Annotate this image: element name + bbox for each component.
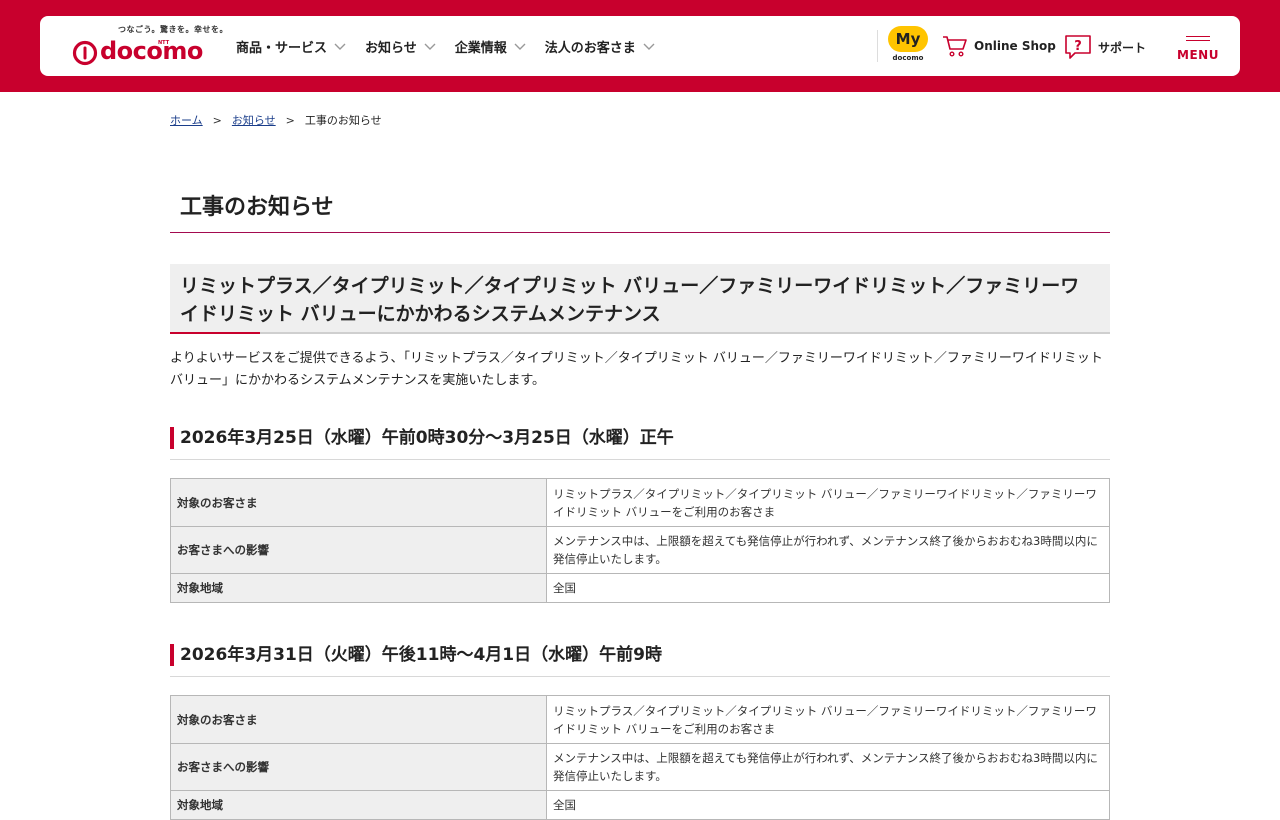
header-divider (877, 30, 878, 62)
maintenance-heading: 2026年3月31日（火曜）午後11時～4月1日（水曜）午前9時 (170, 644, 1110, 677)
section-title: リミットプラス／タイプリミット／タイプリミット バリュー／ファミリーワイドリミッ… (180, 275, 1080, 325)
chevron-down-icon (514, 43, 526, 50)
row-label: 対象地域 (170, 573, 547, 603)
nav-corporate-info[interactable]: 企業情報 (455, 37, 527, 56)
nav-business-customers[interactable]: 法人のお客さま (545, 37, 656, 56)
nav-label: 法人のお客さま (544, 40, 636, 56)
brand-tagline: つなごう。驚きを。幸せを。 (118, 25, 229, 34)
chevron-down-icon (424, 43, 436, 50)
online-shop-link[interactable]: Online Shop (942, 34, 1056, 58)
row-label: 対象のお客さま (170, 695, 547, 744)
nav-label: お知らせ (365, 40, 417, 56)
svg-text:?: ? (1074, 39, 1082, 54)
nav-products-services[interactable]: 商品・サービス (236, 37, 347, 56)
maintenance-table: 対象のお客さま リミットプラス／タイプリミット／タイプリミット バリュー／ファミ… (170, 478, 1110, 603)
table-row: 対象地域 全国 (170, 790, 1110, 820)
my-docomo-label: docomo (892, 54, 924, 62)
heading-accent-bar (170, 427, 174, 449)
support-link[interactable]: ? サポート (1064, 34, 1146, 60)
table-row: お客さまへの影響 メンテナンス中は、上限額を超えても発信停止が行われず、メンテナ… (170, 743, 1110, 791)
nav-news[interactable]: お知らせ (365, 37, 437, 56)
online-shop-label: Online Shop (974, 39, 1056, 53)
maintenance-datetime: 2026年3月25日（水曜）午前0時30分～3月25日（水曜）正午 (180, 428, 674, 448)
row-value: 全国 (546, 573, 1110, 603)
breadcrumb-separator: > (285, 114, 295, 127)
breadcrumb: ホーム > お知らせ > 工事のお知らせ (170, 112, 382, 128)
brand-name: docomo (100, 37, 203, 65)
row-label: お客さまへの影響 (170, 743, 547, 791)
row-value: メンテナンス中は、上限額を超えても発信停止が行われず、メンテナンス終了後からおお… (546, 743, 1110, 791)
menu-label: MENU (1177, 48, 1219, 62)
maintenance-table: 対象のお客さま リミットプラス／タイプリミット／タイプリミット バリュー／ファミ… (170, 695, 1110, 820)
row-value: リミットプラス／タイプリミット／タイプリミット バリュー／ファミリーワイドリミッ… (546, 478, 1110, 527)
section-accent-line (170, 332, 260, 334)
intro-text: よりよいサービスをご提供できるよう、「リミットプラス／タイプリミット／タイプリミ… (170, 351, 1103, 388)
heading-accent-bar (170, 644, 174, 666)
hamburger-icon (1186, 36, 1210, 44)
row-label: 対象地域 (170, 790, 547, 820)
maintenance-heading: 2026年3月25日（水曜）午前0時30分～3月25日（水曜）正午 (170, 427, 1110, 460)
row-value: リミットプラス／タイプリミット／タイプリミット バリュー／ファミリーワイドリミッ… (546, 695, 1110, 744)
maintenance-datetime: 2026年3月31日（火曜）午後11時～4月1日（水曜）午前9時 (180, 645, 662, 665)
nav-label: 企業情報 (454, 40, 507, 56)
chevron-down-icon (334, 43, 346, 50)
global-nav: 商品・サービス お知らせ 企業情報 法人のお客さま (236, 16, 674, 76)
row-label: 対象のお客さま (170, 478, 547, 527)
my-docomo-button[interactable]: My docomo (888, 26, 928, 66)
chevron-down-icon (643, 43, 655, 50)
breadcrumb-home[interactable]: ホーム (170, 114, 203, 127)
my-badge: My (888, 26, 928, 52)
table-row: 対象のお客さま リミットプラス／タイプリミット／タイプリミット バリュー／ファミ… (170, 695, 1110, 744)
docomo-mark-icon (72, 40, 98, 66)
site-header: つなごう。驚きを。幸せを。 NTT docomo 商品・サービス お知らせ 企業… (40, 16, 1240, 76)
table-row: 対象のお客さま リミットプラス／タイプリミット／タイプリミット バリュー／ファミ… (170, 478, 1110, 527)
row-label: お客さまへの影響 (170, 526, 547, 574)
row-value: 全国 (546, 790, 1110, 820)
cart-icon (943, 36, 967, 57)
breadcrumb-separator: > (212, 114, 222, 127)
table-row: 対象地域 全国 (170, 573, 1110, 603)
breadcrumb-news[interactable]: お知らせ (232, 114, 276, 127)
page-title: 工事のお知らせ (180, 195, 334, 220)
page-title-block: 工事のお知らせ (170, 186, 1110, 233)
section-title-block: リミットプラス／タイプリミット／タイプリミット バリュー／ファミリーワイドリミッ… (170, 264, 1110, 334)
nav-label: 商品・サービス (236, 40, 328, 56)
question-bubble-icon: ? (1065, 35, 1091, 59)
menu-button[interactable]: MENU (1174, 28, 1222, 68)
support-label: サポート (1098, 40, 1147, 55)
docomo-logo[interactable]: つなごう。驚きを。幸せを。 NTT docomo (72, 24, 228, 68)
row-value: メンテナンス中は、上限額を超えても発信停止が行われず、メンテナンス終了後からおお… (546, 526, 1110, 574)
breadcrumb-current: 工事のお知らせ (304, 114, 382, 127)
table-row: お客さまへの影響 メンテナンス中は、上限額を超えても発信停止が行われず、メンテナ… (170, 526, 1110, 574)
